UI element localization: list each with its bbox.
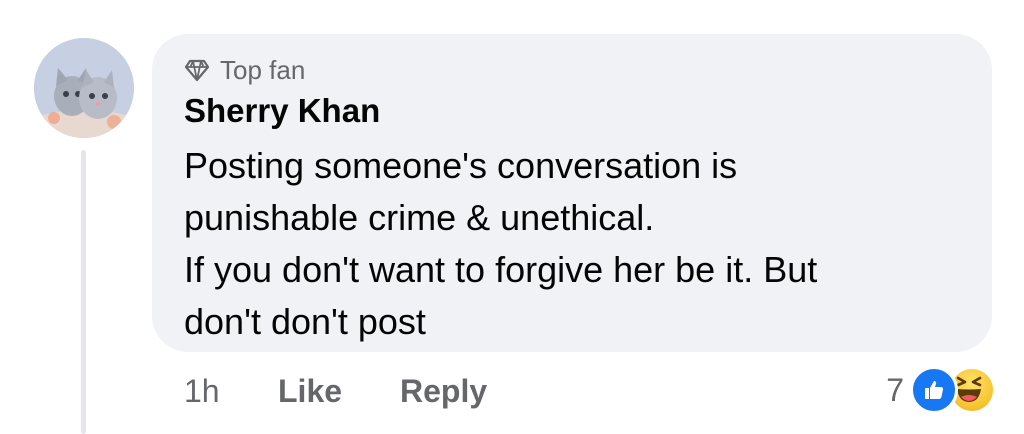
comment-line: Posting someone's conversation is — [184, 145, 738, 186]
reactions-summary[interactable]: 7 — [886, 366, 996, 414]
avatar-cats-image — [34, 38, 134, 138]
badge-label: Top fan — [220, 54, 306, 85]
reply-button[interactable]: Reply — [400, 373, 487, 410]
comment-line: punishable crime & unethical. — [184, 197, 655, 238]
comment-text: Posting someone's conversation is punish… — [184, 140, 974, 348]
top-fan-badge: Top fan — [184, 54, 305, 86]
thread-line — [81, 150, 86, 434]
comment-timestamp[interactable]: 1h — [184, 373, 278, 410]
like-button[interactable]: Like — [278, 373, 400, 410]
comment-line: don't don't post — [184, 301, 426, 342]
comment-actions: 1h Like Reply — [184, 368, 487, 414]
avatar[interactable] — [34, 38, 134, 138]
diamond-icon — [184, 57, 210, 83]
reaction-count: 7 — [886, 371, 904, 408]
like-icon — [910, 366, 958, 414]
comment-line: If you don't want to forgive her be it. … — [184, 249, 818, 290]
comment-author[interactable]: Sherry Khan — [184, 92, 380, 130]
previous-content-edge — [440, 0, 500, 6]
